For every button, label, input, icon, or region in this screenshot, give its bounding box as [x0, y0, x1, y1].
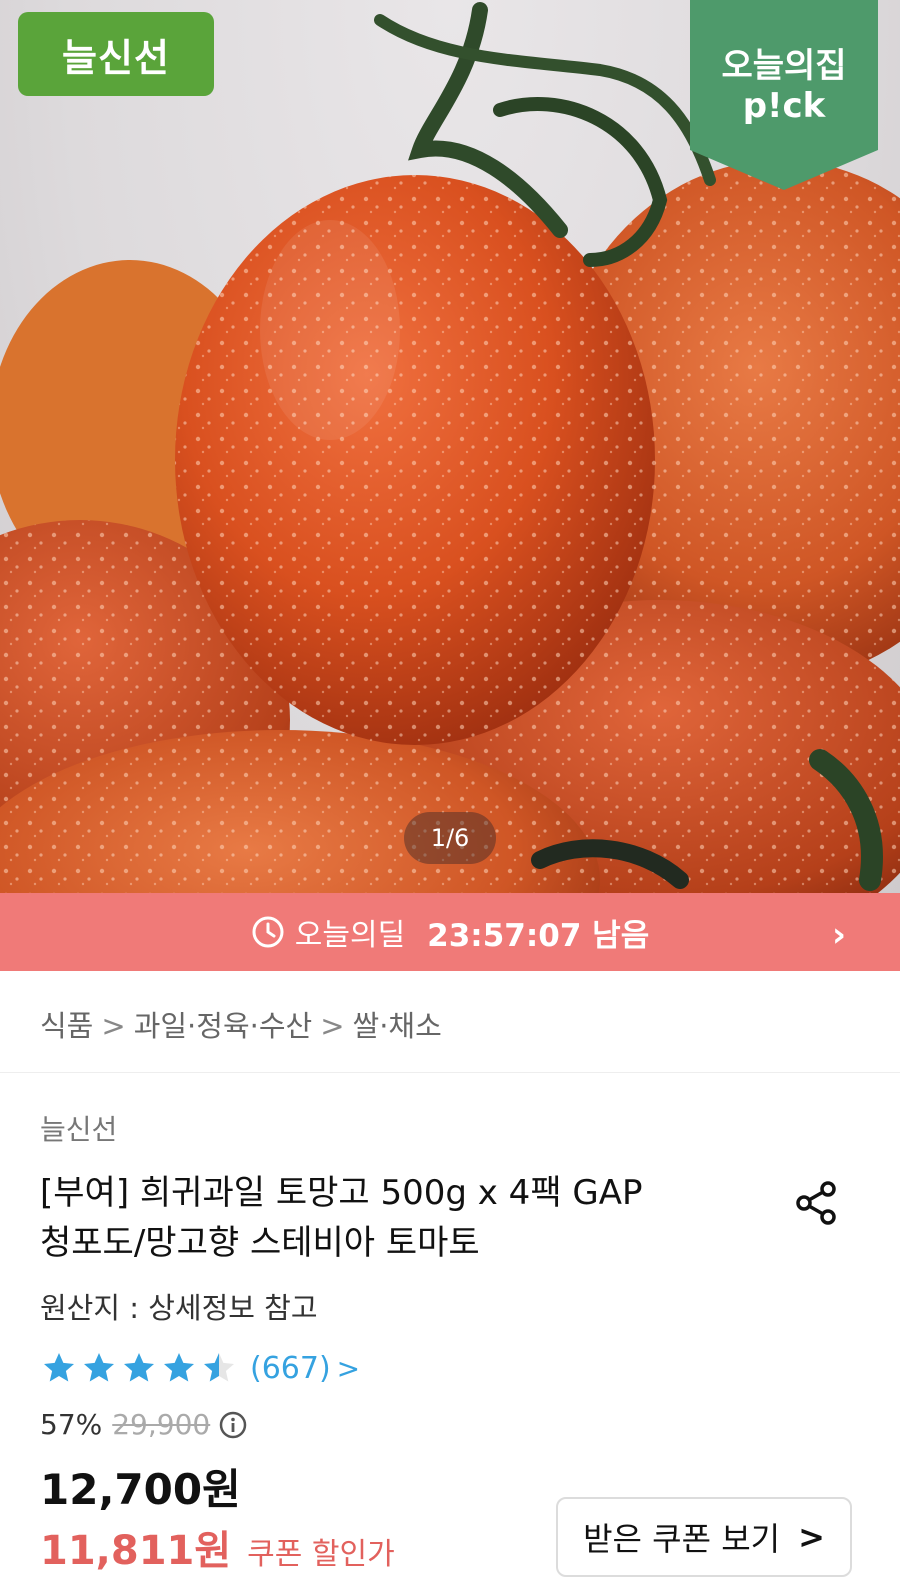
view-coupons-button[interactable]: 받은 쿠폰 보기 > [556, 1497, 852, 1577]
sale-price: 12,700원 [40, 1465, 241, 1514]
product-image-carousel[interactable]: 늘신선 오늘의집 p!ck 1/6 [0, 0, 900, 893]
coupon-price-label: 쿠폰 할인가 [247, 1537, 395, 1572]
share-icon[interactable] [792, 1178, 842, 1228]
star-icon [124, 1353, 154, 1382]
rating-row[interactable]: (667) > [40, 1350, 360, 1386]
half-star-icon [204, 1353, 234, 1382]
pick-badge: 오늘의집 p!ck [690, 0, 878, 190]
star-icon [164, 1353, 194, 1382]
discount-percent: 57% [40, 1408, 103, 1441]
chevron-right-icon[interactable]: > [337, 1352, 360, 1385]
pick-badge-line1: 오늘의집 [721, 46, 847, 86]
product-title: [부여] 희귀과일 토망고 500g x 4팩 GAP 청포도/망고향 스테비아… [40, 1168, 760, 1268]
today-deal-bar[interactable]: 오늘의딜 23:57:07 남음 › [0, 893, 900, 971]
breadcrumb-item[interactable]: 과일·정육·수산 [134, 1009, 313, 1043]
product-title-line2: 청포도/망고향 스테비아 토마토 [40, 1223, 480, 1263]
breadcrumb-separator: > [101, 1009, 126, 1043]
product-title-line1: [부여] 희귀과일 토망고 500g x 4팩 GAP [40, 1173, 643, 1213]
section-divider [0, 1072, 900, 1073]
star-rating [40, 1350, 240, 1386]
deal-countdown: 23:57:07 남음 [427, 917, 650, 954]
breadcrumb-separator: > [320, 1009, 345, 1043]
brand-badge: 늘신선 [18, 12, 214, 96]
origin-info: 원산지 : 상세정보 참고 [40, 1291, 318, 1325]
chevron-right-icon: > [798, 1518, 825, 1556]
product-brand[interactable]: 늘신선 [40, 1108, 117, 1148]
breadcrumb-item[interactable]: 식품 [40, 1009, 93, 1043]
breadcrumb: 식품 > 과일·정육·수산 > 쌀·채소 [40, 1003, 442, 1045]
pick-badge-line2: p!ck [742, 86, 826, 126]
review-count[interactable]: (667) [250, 1351, 331, 1386]
breadcrumb-item[interactable]: 쌀·채소 [353, 1009, 442, 1043]
star-icon [44, 1353, 74, 1382]
deal-label: 오늘의딜 [294, 918, 406, 953]
original-price: 29,900 [112, 1408, 211, 1441]
coupon-price: 11,811원 [40, 1528, 232, 1574]
view-coupons-label: 받은 쿠폰 보기 [583, 1520, 781, 1558]
image-counter: 1/6 [404, 812, 496, 864]
coupon-price-row: 11,811원 쿠폰 할인가 [40, 1518, 395, 1576]
clock-icon [252, 916, 284, 948]
info-icon[interactable] [218, 1410, 248, 1440]
chevron-right-icon[interactable]: › [832, 915, 846, 955]
star-icon [84, 1353, 114, 1382]
discount-row: 57% 29,900 [40, 1408, 248, 1441]
